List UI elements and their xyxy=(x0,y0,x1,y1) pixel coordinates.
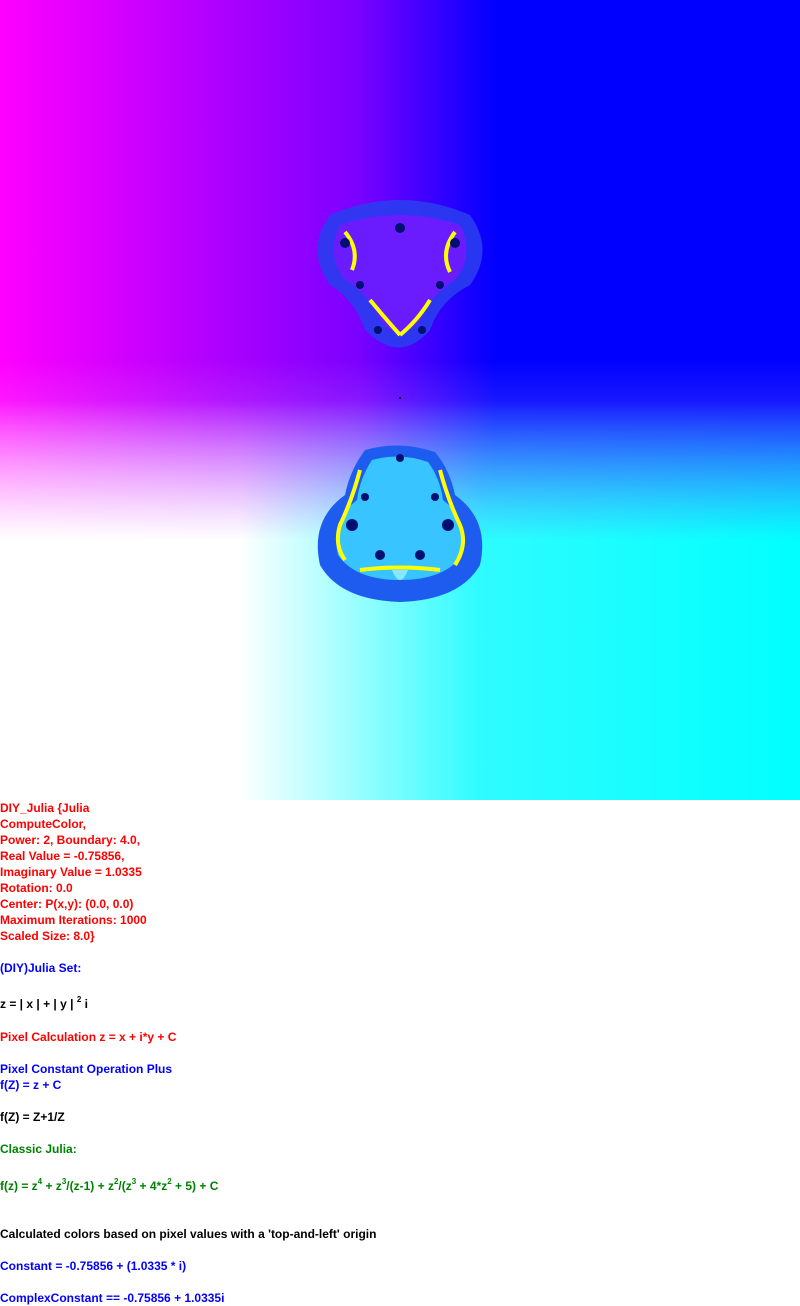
param-line: Maximum Iterations: 1000 xyxy=(0,913,147,927)
classic-julia-heading: Classic Julia: xyxy=(0,1142,77,1156)
param-line: Rotation: 0.0 xyxy=(0,881,73,895)
lower-julia-shape xyxy=(317,445,483,602)
fz-inverse: f(Z) = Z+1/Z xyxy=(0,1110,65,1124)
param-line: Imaginary Value = 1.0335 xyxy=(0,865,142,879)
center-dot xyxy=(399,397,401,399)
classic-formula: f(z) = z4 + z3/(z-1) + z2/(z3 + 4*z2 + 5… xyxy=(0,1177,219,1194)
param-line: Power: 2, Boundary: 4.0, xyxy=(0,833,141,847)
param-line: DIY_Julia {Julia xyxy=(0,801,90,815)
pixel-constant-operation: Pixel Constant Operation Plus xyxy=(0,1062,173,1076)
param-line: ComputeColor, xyxy=(0,817,86,831)
param-line: Real Value = -0.75856, xyxy=(0,849,125,863)
complex-constant-line: ComplexConstant == -0.75856 + 1.0335i xyxy=(0,1291,225,1305)
constant-line: Constant = -0.75856 + (1.0335 * i) xyxy=(0,1259,187,1273)
param-line: Center: P(x,y): (0.0, 0.0) xyxy=(0,897,134,911)
abs-formula: z = | x | + | y | 2 i xyxy=(0,995,88,1012)
diy-julia-heading: (DIY)Julia Set: xyxy=(0,961,82,975)
calculated-colors-note: Calculated colors based on pixel values … xyxy=(0,1227,377,1241)
pixel-calculation: Pixel Calculation z = x + i*y + C xyxy=(0,1030,177,1044)
julia-set-render xyxy=(317,200,483,602)
param-line: Scaled Size: 8.0} xyxy=(0,929,95,943)
fz-plus-c: f(Z) = z + C xyxy=(0,1078,62,1092)
upper-julia-shape xyxy=(317,200,483,348)
